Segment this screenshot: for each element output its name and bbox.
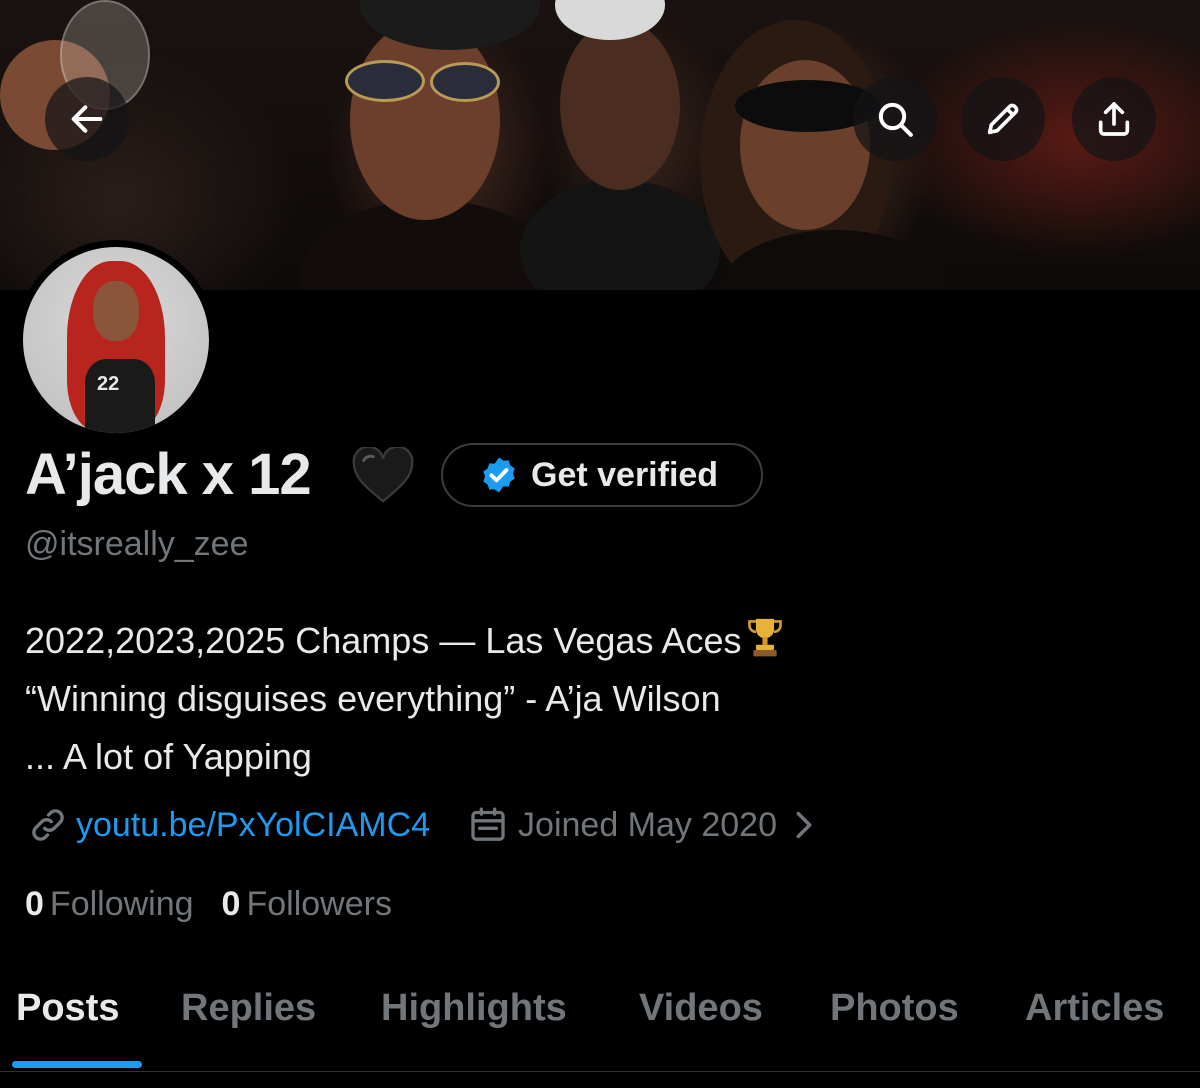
followers-link[interactable]: 0 Followers [222, 885, 392, 924]
avatar[interactable]: 22 [16, 240, 216, 440]
display-name: A’jack x 12 [25, 442, 312, 507]
banner-figure [345, 60, 425, 102]
profile-page: 22 A’jack x 12 Get verified @itsreally_z… [0, 0, 1200, 1088]
verified-badge-icon [483, 457, 515, 493]
edit-button[interactable] [961, 77, 1045, 161]
profile-meta: youtu.be/PxYolCIAMC4 Joined May 2020 [28, 805, 817, 845]
banner-figure [430, 62, 500, 102]
avatar-jersey [85, 359, 155, 433]
avatar-jersey-number: 22 [97, 373, 120, 395]
back-button[interactable] [45, 77, 129, 161]
trophy-emoji [747, 618, 782, 657]
profile-link[interactable]: youtu.be/PxYolCIAMC4 [76, 806, 430, 845]
tab-photos[interactable]: Photos [830, 987, 959, 1030]
followers-count: 0 [221, 885, 241, 923]
tab-posts[interactable]: Posts [16, 987, 119, 1030]
following-count: 0 [25, 885, 44, 923]
joined-date: Joined May 2020 [518, 805, 777, 844]
get-verified-button[interactable]: Get verified [441, 443, 763, 507]
profile-tabs: Posts Replies Highlights Videos Photos A… [0, 975, 1200, 1088]
arrow-left-icon [71, 105, 103, 133]
profile-handle: @itsreally_zee [25, 525, 249, 563]
search-button[interactable] [853, 77, 937, 161]
search-icon [878, 102, 913, 137]
bio-line-2: “Winning disguises everything” - A’ja Wi… [25, 678, 721, 719]
pencil-icon [987, 103, 1019, 135]
banner-figure [350, 20, 500, 220]
bio-line-1: 2022,2023,2025 Champs — Las Vegas Aces [25, 612, 786, 670]
banner-figure [520, 180, 720, 290]
calendar-icon [471, 807, 505, 841]
active-tab-indicator [12, 1061, 142, 1068]
following-link[interactable]: 0 Following [25, 885, 194, 924]
tab-replies[interactable]: Replies [181, 987, 316, 1030]
chevron-right-icon[interactable] [791, 808, 817, 842]
banner-figure [560, 20, 680, 190]
bio-line-3: ... A lot of Yapping [25, 736, 312, 777]
tabs-divider [0, 1071, 1200, 1072]
following-label: Following [49, 885, 194, 923]
tab-highlights[interactable]: Highlights [381, 987, 567, 1030]
get-verified-label: Get verified [531, 455, 719, 494]
tab-articles[interactable]: Articles [1025, 987, 1164, 1030]
profile-bio: 2022,2023,2025 Champs — Las Vegas Aces “… [25, 612, 786, 786]
avatar-face [93, 281, 139, 341]
bio-line-1-text: 2022,2023,2025 Champs — Las Vegas Aces [25, 620, 742, 661]
link-icon [32, 809, 64, 841]
share-icon [1098, 102, 1130, 136]
avatar-image: 22 [23, 247, 209, 433]
follow-stats: 0 Following 0 Followers [25, 885, 420, 924]
black-heart-emoji [352, 447, 414, 503]
share-button[interactable] [1072, 77, 1156, 161]
tab-videos[interactable]: Videos [639, 987, 763, 1030]
followers-label: Followers [246, 885, 392, 923]
